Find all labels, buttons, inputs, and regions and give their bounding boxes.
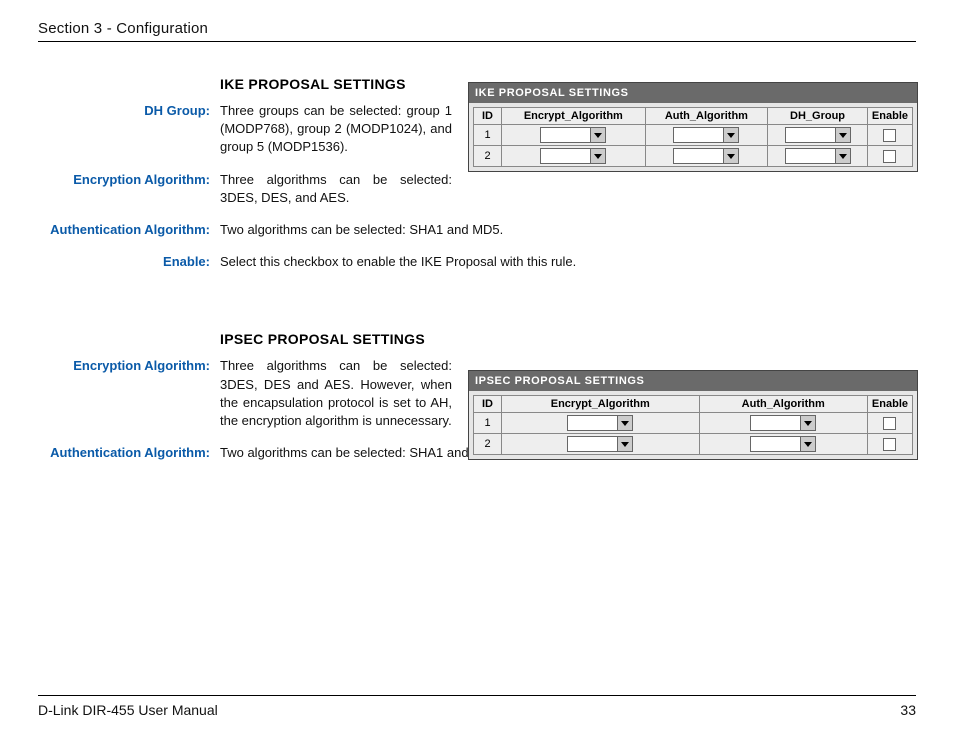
ipsec-encrypt-desc: Three algorithms can be selected: 3DES, …: [220, 357, 452, 430]
ike-encrypt-label: Encryption Algorithm:: [38, 171, 220, 189]
ike-row2-enable-checkbox[interactable]: [883, 150, 896, 163]
ipsec-row2-auth-select[interactable]: [750, 436, 816, 452]
table-row: 2: [474, 434, 913, 455]
ipsec-row2-id: 2: [474, 434, 502, 455]
ike-row2-encrypt-select[interactable]: [540, 148, 606, 164]
ike-row1-auth-select[interactable]: [673, 127, 739, 143]
table-row: 1: [474, 125, 913, 146]
ipsec-encrypt-label: Encryption Algorithm:: [38, 357, 220, 375]
table-row: 1: [474, 413, 913, 434]
ike-row2-auth-select[interactable]: [673, 148, 739, 164]
ike-row2-id: 2: [474, 146, 502, 167]
ike-panel: IKE PROPOSAL SETTINGS ID Encrypt_Algorit…: [468, 82, 918, 172]
ike-enable-label: Enable:: [38, 253, 220, 271]
ike-encrypt-desc: Three algorithms can be selected: 3DES, …: [220, 171, 452, 207]
ike-row2-dh-select[interactable]: [785, 148, 851, 164]
ike-row1-dh-select[interactable]: [785, 127, 851, 143]
ike-col-dh: DH_Group: [768, 108, 868, 125]
ipsec-row1-enable-checkbox[interactable]: [883, 417, 896, 430]
ike-col-id: ID: [474, 108, 502, 125]
ike-row1-id: 1: [474, 125, 502, 146]
ike-enable-desc: Select this checkbox to enable the IKE P…: [220, 253, 916, 271]
ipsec-col-id: ID: [474, 396, 502, 413]
ipsec-col-auth: Auth_Algorithm: [699, 396, 867, 413]
ipsec-row2-encrypt-select[interactable]: [567, 436, 633, 452]
ike-col-encrypt: Encrypt_Algorithm: [502, 108, 646, 125]
table-row: 2: [474, 146, 913, 167]
ipsec-col-encrypt: Encrypt_Algorithm: [502, 396, 700, 413]
ike-panel-title: IKE PROPOSAL SETTINGS: [469, 83, 917, 103]
ike-dhgroup-label: DH Group:: [38, 102, 220, 120]
ipsec-row1-id: 1: [474, 413, 502, 434]
ipsec-panel-title: IPSEC PROPOSAL SETTINGS: [469, 371, 917, 391]
ike-row1-encrypt-select[interactable]: [540, 127, 606, 143]
ipsec-row1-auth-select[interactable]: [750, 415, 816, 431]
page-header: Section 3 - Configuration: [38, 20, 916, 42]
table-header-row: ID Encrypt_Algorithm Auth_Algorithm DH_G…: [474, 108, 913, 125]
ipsec-row1-encrypt-select[interactable]: [567, 415, 633, 431]
ipsec-auth-label: Authentication Algorithm:: [38, 444, 220, 462]
ipsec-panel: IPSEC PROPOSAL SETTINGS ID Encrypt_Algor…: [468, 370, 918, 460]
footer-page-number: 33: [900, 702, 916, 718]
ike-row1-enable-checkbox[interactable]: [883, 129, 896, 142]
table-header-row: ID Encrypt_Algorithm Auth_Algorithm Enab…: [474, 396, 913, 413]
ike-auth-label: Authentication Algorithm:: [38, 221, 220, 239]
ipsec-section-title: IPSEC PROPOSAL SETTINGS: [220, 331, 916, 347]
ike-table: ID Encrypt_Algorithm Auth_Algorithm DH_G…: [473, 107, 913, 167]
footer-product: D-Link DIR-455 User Manual: [38, 702, 218, 718]
ike-dhgroup-desc: Three groups can be selected: group 1 (M…: [220, 102, 452, 157]
ipsec-row2-enable-checkbox[interactable]: [883, 438, 896, 451]
ipsec-col-enable: Enable: [867, 396, 912, 413]
ipsec-table: ID Encrypt_Algorithm Auth_Algorithm Enab…: [473, 395, 913, 455]
page-footer: D-Link DIR-455 User Manual 33: [38, 695, 916, 718]
ike-col-auth: Auth_Algorithm: [645, 108, 768, 125]
ike-col-enable: Enable: [867, 108, 912, 125]
ike-auth-desc: Two algorithms can be selected: SHA1 and…: [220, 221, 916, 239]
